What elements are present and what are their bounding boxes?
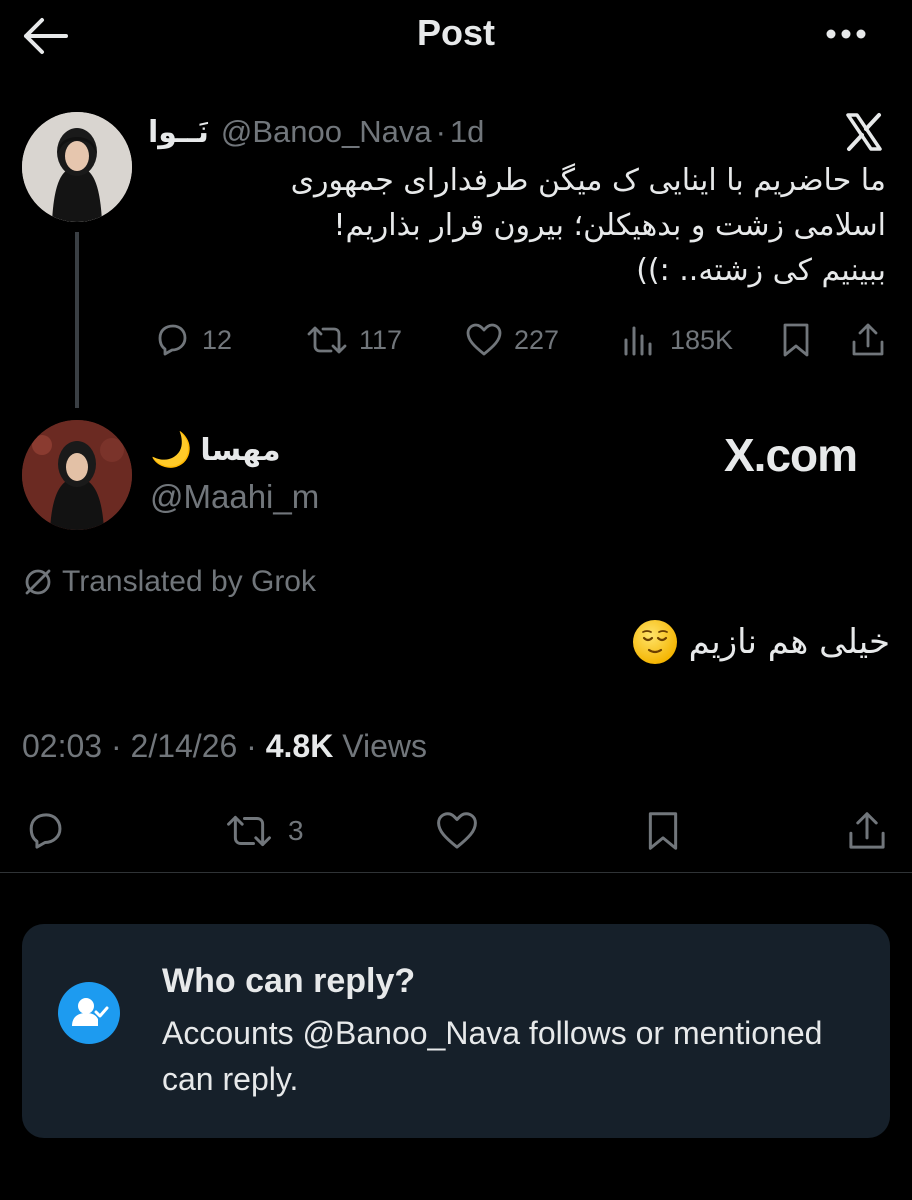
post-age[interactable]: 1d bbox=[450, 114, 484, 150]
thread-line bbox=[75, 232, 79, 408]
like-count: 227 bbox=[514, 324, 560, 355]
reply-text-content: خیلی هم نازیم bbox=[688, 622, 890, 662]
bookmark-icon bbox=[783, 323, 809, 357]
like-button[interactable] bbox=[434, 808, 480, 854]
translated-label: Translated by Grok bbox=[62, 565, 316, 598]
author-name: مهسا bbox=[200, 432, 281, 468]
who-can-reply-description: Accounts @Banoo_Nava follows or mentione… bbox=[162, 1015, 823, 1097]
reply-icon bbox=[29, 813, 62, 849]
repost-button[interactable]: 117 bbox=[305, 320, 402, 360]
bookmark-icon bbox=[648, 812, 678, 850]
repost-count: 117 bbox=[359, 324, 403, 355]
reply-count: 12 bbox=[202, 324, 233, 355]
share-icon bbox=[849, 812, 885, 849]
post-time: 02:03 bbox=[22, 728, 103, 764]
reply-author-name[interactable]: 🌙 مهسا bbox=[150, 428, 281, 472]
more-button[interactable] bbox=[822, 18, 870, 50]
meta-separator: · bbox=[435, 114, 446, 149]
bookmark-button[interactable] bbox=[776, 320, 816, 360]
views-count: 185K bbox=[670, 324, 734, 355]
post-text-line: ببینیم کی زشته.. :)) bbox=[636, 253, 886, 288]
watermark: X.com bbox=[724, 429, 858, 481]
page-title: Post bbox=[416, 12, 495, 53]
like-button[interactable]: 227 bbox=[464, 320, 559, 360]
avatar[interactable] bbox=[22, 420, 132, 530]
author-handle[interactable]: @Banoo_Nava bbox=[221, 114, 432, 150]
reply-button[interactable]: 12 bbox=[152, 320, 232, 360]
views-button[interactable]: 185K bbox=[620, 320, 733, 360]
author-name[interactable]: نَــوا bbox=[148, 115, 209, 150]
x-logo-icon bbox=[842, 110, 886, 154]
like-icon bbox=[466, 323, 502, 356]
translated-by-grok[interactable]: Translated by Grok bbox=[22, 562, 316, 602]
more-icon bbox=[826, 29, 866, 39]
divider bbox=[0, 872, 912, 873]
translate-icon bbox=[25, 569, 51, 595]
reply-text: خیلی هم نازیم bbox=[632, 612, 890, 672]
share-button[interactable] bbox=[844, 808, 890, 854]
post-timestamp: 02:03 · 2/14/26 · 4.8K Views bbox=[22, 728, 427, 764]
like-icon bbox=[437, 812, 477, 849]
post-meta: نَــوا @Banoo_Nava · 1d bbox=[148, 110, 484, 154]
views-label: Views bbox=[342, 728, 427, 764]
post-date: 2/14/26 bbox=[130, 728, 238, 764]
share-icon bbox=[852, 323, 884, 356]
who-can-reply-title: Who can reply? bbox=[162, 962, 416, 1000]
repost-button[interactable]: 3 bbox=[224, 808, 304, 854]
share-button[interactable] bbox=[848, 320, 888, 360]
post-text-line: اسلامی زشت و بدهیکلن؛ بیرون قرار بذاریم! bbox=[333, 208, 886, 243]
moon-emoji: 🌙 bbox=[150, 430, 193, 470]
repost-icon bbox=[307, 326, 347, 354]
views-count: 4.8K bbox=[265, 728, 334, 764]
repost-icon bbox=[227, 815, 271, 847]
repost-count: 3 bbox=[288, 815, 304, 846]
user-check-icon bbox=[58, 982, 120, 1044]
author-handle[interactable]: @Maahi_m bbox=[150, 478, 319, 516]
reply-button[interactable] bbox=[22, 808, 68, 854]
avatar[interactable] bbox=[22, 112, 132, 222]
relieved-face-icon bbox=[632, 620, 677, 664]
post-text-line: ما حاضریم با اینایی ک میگن طرفدارای جمهو… bbox=[290, 163, 886, 198]
views-icon bbox=[624, 326, 652, 356]
reply-icon bbox=[158, 324, 187, 356]
post-text: ما حاضریم با اینایی ک میگن طرفدارای جمهو… bbox=[166, 158, 886, 293]
bookmark-button[interactable] bbox=[640, 808, 686, 854]
